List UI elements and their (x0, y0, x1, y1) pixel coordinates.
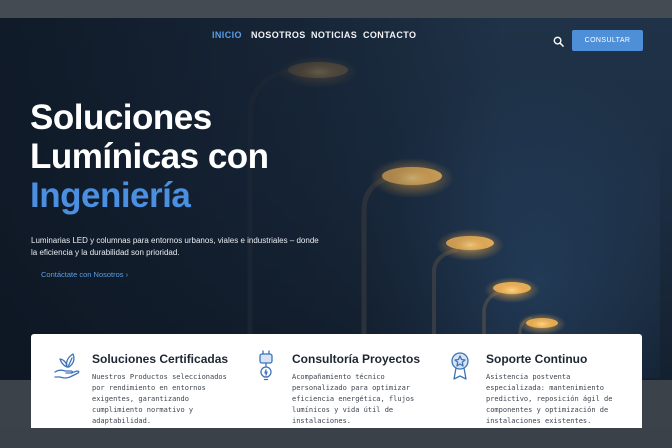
hero-title-line2: Lumínicas con (30, 137, 269, 176)
feature-card-consultoria: Consultoría Proyectos Acompañamiento téc… (251, 334, 446, 432)
feature-text: Nuestros Productos seleccionados por ren… (92, 373, 227, 425)
feature-card-soporte: Soporte Continuo Asistencia postventa es… (445, 334, 640, 432)
nav-nosotros[interactable]: NOSOTROS (251, 30, 306, 40)
contact-link[interactable]: Contáctate con Nosotros › (41, 270, 128, 279)
leaf-hand-icon (54, 353, 80, 379)
feature-text: Asistencia postventa especializada: mant… (486, 373, 613, 425)
hero-lead: Luminarias LED y columnas para entornos … (31, 236, 319, 257)
hero-title-accent: Ingeniería (30, 176, 191, 215)
search-icon[interactable] (553, 36, 564, 47)
nav-inicio[interactable]: INICIO (212, 30, 242, 40)
lightbulb-plug-icon (259, 350, 273, 381)
features-panel: Soluciones Certificadas Nuestros Product… (31, 334, 642, 432)
nav-noticias[interactable]: NOTICIAS (311, 30, 357, 40)
browser-frame: INICIO NOSOTROS NOTICIAS CONTACTO CONSUL… (0, 0, 672, 448)
award-ribbon-icon (451, 352, 469, 380)
bottom-bar (0, 428, 672, 448)
feature-title: Soporte Continuo (486, 352, 588, 366)
feature-text: Acompañamiento técnico personalizado par… (292, 373, 415, 425)
feature-title: Soluciones Certificadas (92, 352, 229, 366)
hero-title-line1: Soluciones (30, 98, 212, 137)
consultar-button[interactable]: CONSULTAR (572, 30, 643, 51)
hero-title: Soluciones Lumínicas con Ingeniería (30, 98, 269, 215)
nav-contacto[interactable]: CONTACTO (363, 30, 416, 40)
feature-card-certificadas: Soluciones Certificadas Nuestros Product… (51, 334, 241, 432)
feature-title: Consultoría Proyectos (292, 352, 421, 366)
top-bar (0, 0, 672, 18)
